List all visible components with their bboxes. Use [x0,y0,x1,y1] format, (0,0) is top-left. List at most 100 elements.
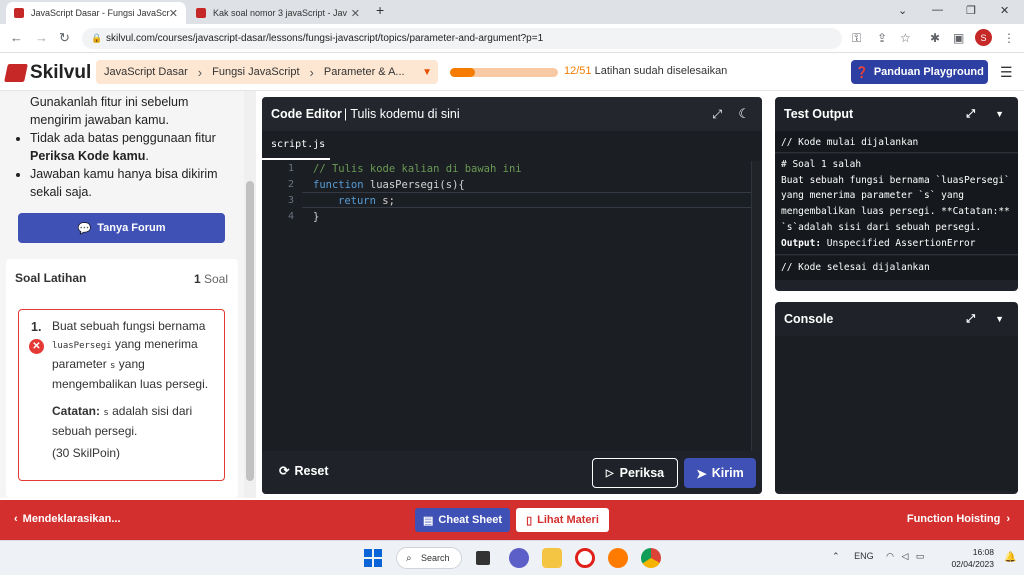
extensions-icon[interactable]: ✱ [930,31,940,45]
output-end-line: // Kode selesai dijalankan [775,256,1018,280]
opera-icon[interactable] [575,548,595,568]
line-number: 3 [287,195,294,206]
minimize-icon[interactable]: — [932,4,943,16]
browser-tab-active[interactable]: JavaScript Dasar - Fungsi JavaScr ✕ [6,2,186,24]
output-label: Output: [781,237,822,249]
firefox-icon[interactable] [608,548,628,568]
breadcrumb-item[interactable]: Fungsi JavaScript [212,66,299,78]
bookmark-star-icon[interactable]: ☆ [900,31,911,45]
browser-tab[interactable]: Kak soal nomor 3 javaScript - Jav ✕ [188,2,368,24]
profile-avatar[interactable]: S [975,29,992,46]
breadcrumb-item[interactable]: JavaScript Dasar [104,66,188,78]
instruction-item: Tidak ada batas penggunaan fitur Periksa… [30,129,234,165]
url-input[interactable]: 🔒 skilvul.com/courses/javascript-dasar/l… [82,28,842,49]
editor-subtitle: | Tulis kodemu di sini [343,107,460,121]
file-explorer-icon[interactable] [542,548,562,568]
soal-latihan-section: Soal Latihan 1 Soal 1. ✕ Buat sebuah fun… [6,259,238,498]
prev-label: Mendeklarasikan... [22,513,121,525]
periksa-button[interactable]: ▷ Periksa [592,458,678,488]
scrollbar-thumb[interactable] [246,181,254,481]
sidebar-icon[interactable]: ▣ [953,31,964,45]
output-result-block: # Soal 1 salah Buat sebuah fungsi bernam… [775,154,1018,255]
kirim-button[interactable]: ➤ Kirim [684,458,756,488]
play-icon: ▷ [605,467,614,479]
search-label: Search [421,553,450,563]
console-panel: Console ⤢ ▼ [775,302,1018,494]
file-tab[interactable]: script.js [262,131,762,161]
battery-icon[interactable]: ▭ [916,551,925,561]
left-scrollbar[interactable] [244,91,256,498]
code-input[interactable]: 1 // Tulis kode kalian di bawah ini 2 fu… [262,161,751,451]
expand-icon[interactable]: ⤢ [712,107,722,122]
code-keyword: function [313,179,364,191]
close-window-icon[interactable]: ✕ [1000,4,1009,17]
taskbar-search[interactable]: ⌕ Search [396,547,462,569]
instruction-text: Tidak ada batas penggunaan fitur [30,131,216,145]
chevron-up-icon[interactable]: ⌃ [832,551,840,561]
url-text: skilvul.com/courses/javascript-dasar/les… [106,33,544,44]
teams-chat-icon[interactable] [509,548,529,568]
code-line: function luasPersegi(s){ [313,179,465,191]
soal-count: 1 Soal [194,272,228,286]
address-bar-row: ← → ↻ 🔒 skilvul.com/courses/javascript-d… [0,24,1024,53]
task-view-icon[interactable] [476,551,490,565]
progress-bar [450,68,558,77]
notification-bell-icon[interactable]: 🔔 [1004,552,1016,563]
reload-icon[interactable]: ↻ [59,30,70,46]
soal-count-unit: Soal [203,272,228,286]
language-indicator[interactable]: ENG [854,551,874,561]
skilvul-logo[interactable]: Skilvul [4,62,92,84]
wifi-icon[interactable]: ◠ [886,551,894,561]
logo-text: Skilvul [30,62,92,83]
lihat-materi-button[interactable]: ▯ Lihat Materi [516,508,609,532]
close-tab-icon[interactable]: ✕ [351,7,360,20]
share-icon[interactable]: ⇪ [877,31,887,45]
forward-icon[interactable]: → [35,30,48,45]
note-label: Catatan: [52,404,101,418]
windows-start-icon[interactable] [364,549,382,567]
chrome-icon[interactable] [641,548,661,568]
chat-icon: 💬 [77,222,92,235]
chevron-down-icon[interactable]: ▼ [422,67,432,78]
expand-icon[interactable]: ⤢ [966,313,975,326]
next-lesson-link[interactable]: Function Hoisting › [907,513,1010,525]
hamburger-menu-icon[interactable]: ☰ [1000,64,1013,81]
panduan-playground-button[interactable]: ❓ Panduan Playground [851,60,988,84]
browser-menu-icon[interactable]: ⋮ [1003,31,1015,45]
soal-count-number: 1 [193,272,201,286]
instruction-item: Jawaban kamu hanya bisa dikirim sekali s… [30,165,234,201]
previous-lesson-link[interactable]: ‹ Mendeklarasikan... [14,513,121,525]
restore-icon[interactable]: ❐ [966,4,976,17]
expand-icon[interactable]: ⤢ [966,108,975,121]
clock[interactable]: 16:08 02/04/2023 [944,546,994,570]
chevron-down-icon[interactable]: ▼ [995,314,1004,324]
editor-scrollbar[interactable] [751,161,762,451]
panduan-label: Panduan Playground [873,66,984,78]
line-number: 1 [287,163,294,174]
chevron-down-icon[interactable]: ▼ [995,109,1004,119]
tanya-forum-button[interactable]: 💬 Tanya Forum [18,213,225,243]
key-icon[interactable]: ⚿ [852,31,861,46]
intro-text: Gunakanlah fitur ini sebelum mengirim ja… [30,95,189,127]
back-icon[interactable]: ← [10,30,23,45]
console-title: Console [784,312,834,326]
help-icon: ❓ [855,66,869,79]
volume-icon[interactable]: ◁ [901,551,908,561]
breadcrumb[interactable]: JavaScript Dasar › Fungsi JavaScript › P… [96,60,438,84]
skilvul-logo-icon [4,64,28,82]
cheat-sheet-button[interactable]: ▤ Cheat Sheet [415,508,510,532]
tab-search-chevron-icon[interactable]: ⌄ [898,4,907,17]
code-line: return s; [338,195,395,207]
app-header: Skilvul JavaScript Dasar › Fungsi JavaSc… [0,54,1024,91]
new-tab-icon[interactable]: + [376,2,384,18]
tab-title: JavaScript Dasar - Fungsi JavaScr [31,8,170,18]
reset-button[interactable]: ⟳ Reset [279,463,329,478]
breadcrumb-item[interactable]: Parameter & A... [324,66,405,78]
periksa-label: Periksa [619,466,665,480]
close-tab-icon[interactable]: ✕ [169,7,178,20]
question-card[interactable]: 1. ✕ Buat sebuah fungsi bernama luasPers… [18,309,225,481]
editor-title: Code Editor [271,107,342,121]
dark-mode-moon-icon[interactable]: ☾ [738,106,750,122]
error-x-icon: ✕ [29,339,44,354]
reset-icon: ⟳ [279,464,290,478]
